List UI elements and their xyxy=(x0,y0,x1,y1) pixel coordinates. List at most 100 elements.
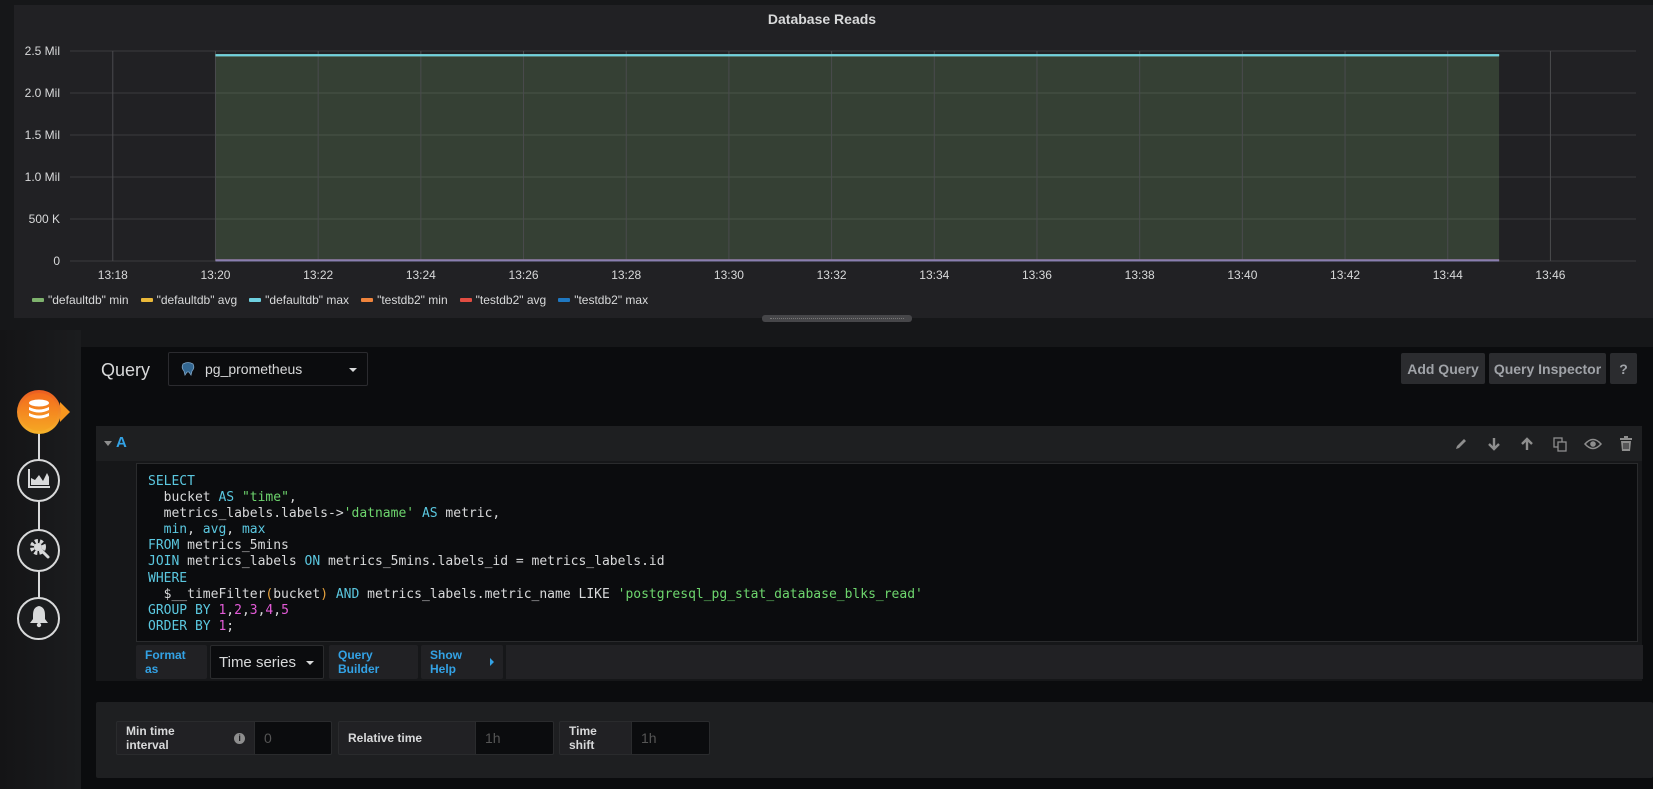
arrow-down-icon[interactable] xyxy=(1483,433,1505,455)
format-as-value: Time series xyxy=(219,653,296,671)
legend-item[interactable]: "defaultdb" max xyxy=(249,293,349,307)
legend-label[interactable]: "defaultdb" min xyxy=(48,293,129,307)
trash-icon[interactable] xyxy=(1615,433,1637,455)
code-line[interactable]: JOIN metrics_labels ON metrics_5mins.lab… xyxy=(148,554,1637,570)
legend-label[interactable]: "testdb2" max xyxy=(574,293,648,307)
relative-time-label: Relative time xyxy=(338,721,475,755)
caret-right-icon xyxy=(490,658,494,666)
collapse-caret-icon[interactable] xyxy=(104,441,112,446)
x-tick-label: 13:32 xyxy=(817,268,847,282)
x-tick-label: 13:46 xyxy=(1535,268,1565,282)
min-time-interval-input[interactable] xyxy=(254,721,332,755)
legend-item[interactable]: "defaultdb" avg xyxy=(140,293,238,307)
active-indicator-arrow xyxy=(60,402,70,422)
legend-swatch[interactable] xyxy=(459,298,472,302)
code-line[interactable]: min, avg, max xyxy=(148,522,1637,538)
x-tick-label: 13:28 xyxy=(611,268,641,282)
time-shift-input[interactable] xyxy=(631,721,710,755)
x-tick-label: 13:20 xyxy=(200,268,230,282)
pencil-icon[interactable] xyxy=(1450,433,1472,455)
query-builder-button[interactable]: Query Builder xyxy=(329,645,418,679)
relative-time-input[interactable] xyxy=(475,721,554,755)
x-tick-label: 13:18 xyxy=(98,268,128,282)
sidebar-item-general[interactable] xyxy=(17,529,60,572)
time-shift-group: Time shift xyxy=(559,721,710,755)
x-tick-label: 13:34 xyxy=(919,268,949,282)
chevron-down-icon xyxy=(349,368,357,372)
min-time-interval-label: Min time interval i xyxy=(116,721,254,755)
y-tick-label: 2.5 Mil xyxy=(25,44,60,58)
sidebar-item-alert[interactable] xyxy=(17,597,60,640)
legend-swatch[interactable] xyxy=(249,298,262,302)
legend-label[interactable]: "testdb2" min xyxy=(377,293,448,307)
legend-swatch[interactable] xyxy=(140,298,153,302)
x-tick-label: 13:40 xyxy=(1227,268,1257,282)
code-line[interactable]: GROUP BY 1,2,3,4,5 xyxy=(148,603,1637,619)
duplicate-icon[interactable] xyxy=(1549,433,1571,455)
x-tick-label: 13:38 xyxy=(1125,268,1155,282)
arrow-up-icon[interactable] xyxy=(1516,433,1538,455)
min-time-interval-text: Min time interval xyxy=(126,724,175,752)
code-line[interactable]: bucket AS "time", xyxy=(148,490,1637,506)
y-tick-label: 500 K xyxy=(29,212,60,226)
panel-resize-handle[interactable] xyxy=(762,315,912,322)
sidebar-item-queries[interactable] xyxy=(17,390,61,434)
relative-time-group: Relative time xyxy=(338,721,554,755)
x-tick-label: 13:44 xyxy=(1433,268,1463,282)
legend-label[interactable]: "testdb2" avg xyxy=(476,293,547,307)
show-help-button[interactable]: Show Help xyxy=(421,645,503,679)
min-time-interval-group: Min time interval i xyxy=(116,721,332,755)
code-line[interactable]: SELECT xyxy=(148,474,1637,490)
legend-swatch[interactable] xyxy=(32,298,44,302)
legend-swatch[interactable] xyxy=(361,298,374,302)
postgres-elephant-icon xyxy=(180,361,196,377)
legend-item[interactable]: "defaultdb" min xyxy=(32,293,129,307)
datasource-select[interactable]: pg_prometheus xyxy=(168,352,368,386)
x-tick-label: 13:42 xyxy=(1330,268,1360,282)
y-tick-label: 0 xyxy=(53,254,60,268)
x-tick-label: 13:22 xyxy=(303,268,333,282)
help-button[interactable]: ? xyxy=(1610,353,1637,384)
y-tick-label: 2.0 Mil xyxy=(25,86,60,100)
legend-item[interactable]: "testdb2" max xyxy=(558,293,648,307)
x-tick-label: 13:30 xyxy=(714,268,744,282)
add-query-button[interactable]: Add Query xyxy=(1401,353,1485,384)
legend-label[interactable]: "defaultdb" avg xyxy=(157,293,238,307)
chevron-down-icon xyxy=(306,661,314,665)
time-shift-label: Time shift xyxy=(559,721,631,755)
query-heading: Query xyxy=(101,360,151,380)
datasource-name: pg_prometheus xyxy=(205,361,303,377)
legend-item[interactable]: "testdb2" min xyxy=(361,293,448,307)
query-ref-id[interactable]: A xyxy=(116,434,127,451)
code-line[interactable]: metrics_labels.labels->'datname' AS metr… xyxy=(148,506,1637,522)
query-row-header[interactable] xyxy=(96,426,1642,461)
sql-code-editor[interactable]: SELECT bucket AS "time", metrics_labels.… xyxy=(136,463,1638,642)
database-icon xyxy=(27,399,51,426)
code-line[interactable]: FROM metrics_5mins xyxy=(148,538,1637,554)
legend: "defaultdb" min "defaultdb" avg "defaultdb… xyxy=(32,293,648,307)
format-as-label: Format as xyxy=(136,645,207,679)
series-area-fill xyxy=(215,55,1500,262)
sidebar-item-visualization[interactable] xyxy=(17,459,60,502)
x-tick-label: 13:26 xyxy=(509,268,539,282)
info-icon[interactable]: i xyxy=(234,732,245,744)
area-chart-icon xyxy=(27,467,51,494)
code-line[interactable]: WHERE xyxy=(148,571,1637,587)
show-help-label: Show Help xyxy=(430,648,462,676)
bell-icon xyxy=(28,604,50,633)
legend-swatch[interactable] xyxy=(558,298,571,302)
eye-icon[interactable] xyxy=(1582,433,1604,455)
gear-wrench-icon xyxy=(27,536,51,565)
toolbar-filler xyxy=(506,645,1643,679)
code-line[interactable]: $__timeFilter(bucket) AND metrics_labels… xyxy=(148,587,1637,603)
y-tick-label: 1.5 Mil xyxy=(25,128,60,142)
x-tick-label: 13:36 xyxy=(1022,268,1052,282)
format-as-select[interactable]: Time series xyxy=(210,645,324,679)
query-options-toolbar: Format as Time series Query Builder Show… xyxy=(136,645,1643,679)
code-line[interactable]: ORDER BY 1; xyxy=(148,619,1637,635)
chart[interactable]: 0 500 K 1.0 Mil 1.5 Mil 2.0 Mil 2.5 Mil 13:18 1… xyxy=(0,0,1653,290)
query-inspector-button[interactable]: Query Inspector xyxy=(1489,353,1606,384)
y-tick-label: 1.0 Mil xyxy=(25,170,60,184)
legend-item[interactable]: "testdb2" avg xyxy=(459,293,547,307)
legend-label[interactable]: "defaultdb" max xyxy=(265,293,349,307)
